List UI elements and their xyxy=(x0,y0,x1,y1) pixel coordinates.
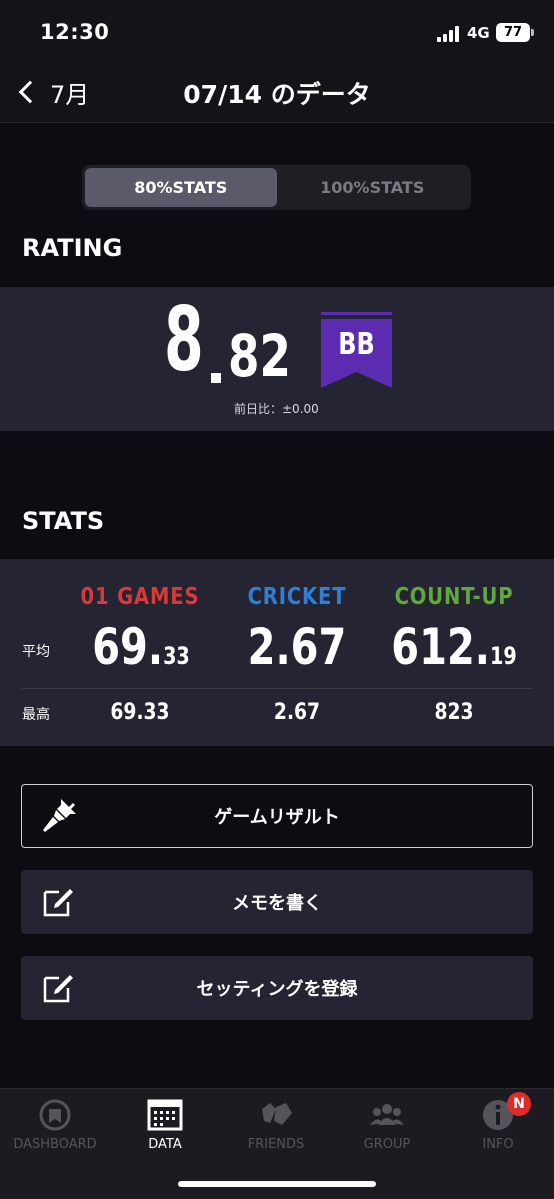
stats-segmented-control: 80%STATS 100%STATS xyxy=(82,165,471,210)
stats-section-title: STATS xyxy=(22,507,105,535)
segment-100-stats[interactable]: 100%STATS xyxy=(277,168,469,207)
avg-cricket-int: 2.67 xyxy=(247,618,347,676)
avg-count-up-int: 612. xyxy=(391,618,490,676)
network-type: 4G xyxy=(467,24,490,42)
tab-data-label: DATA xyxy=(148,1137,182,1152)
tab-info-label: INFO xyxy=(482,1137,514,1152)
edit-icon xyxy=(43,889,73,917)
friends-icon xyxy=(262,1103,292,1125)
max-count-up: 823 xyxy=(434,700,474,725)
rating-diff: 前日比：±0.00 xyxy=(234,402,319,416)
tab-data[interactable]: DATA xyxy=(110,1089,220,1159)
rating-decimal: 82 xyxy=(228,322,291,390)
group-icon xyxy=(370,1104,404,1125)
segment-80-stats[interactable]: 80%STATS xyxy=(85,168,277,207)
write-memo-label: メモを書く xyxy=(232,893,322,914)
tab-dashboard[interactable]: DASHBOARD xyxy=(0,1089,110,1159)
status-time: 12:30 xyxy=(40,20,110,44)
tab-group-label: GROUP xyxy=(363,1137,411,1152)
tab-dashboard-label: DASHBOARD xyxy=(13,1137,97,1152)
register-setting-button[interactable]: セッティングを登録 xyxy=(21,956,533,1020)
status-bar: 12:30 4G 77 xyxy=(0,0,554,62)
nav-bar: 7月 07/14 のデータ xyxy=(0,62,554,123)
avg-01-games: 69. 33 xyxy=(77,622,205,672)
write-memo-button[interactable]: メモを書く xyxy=(21,870,533,934)
tab-info[interactable]: INFO xyxy=(443,1089,553,1159)
avg-row-label: 平均 xyxy=(22,644,50,660)
avg-01-games-dec: 33 xyxy=(163,642,190,670)
max-cricket: 2.67 xyxy=(273,700,321,725)
rating-integer: 8 xyxy=(164,288,204,391)
stats-divider xyxy=(22,688,532,689)
battery-icon: 77 xyxy=(496,23,534,42)
tab-group[interactable]: GROUP xyxy=(332,1089,442,1159)
max-01-games: 69.33 xyxy=(110,700,170,725)
avg-count-up-dec: 19 xyxy=(489,642,517,670)
dart-icon xyxy=(43,799,76,832)
col-head-01-games: 01 GAMES xyxy=(80,584,200,610)
class-badge-label: BB xyxy=(338,327,375,362)
register-setting-label: セッティングを登録 xyxy=(196,979,358,1000)
home-indicator xyxy=(178,1181,376,1187)
data-icon xyxy=(147,1099,183,1131)
col-head-cricket: CRICKET xyxy=(247,584,347,610)
rating-section-title: RATING xyxy=(22,234,123,262)
tab-friends[interactable]: FRIENDS xyxy=(221,1089,331,1159)
game-result-button[interactable]: ゲームリザルト xyxy=(21,784,533,848)
avg-cricket: 2.67 xyxy=(233,622,361,672)
game-result-label: ゲームリザルト xyxy=(214,807,340,828)
dashboard-icon xyxy=(39,1099,71,1131)
col-head-count-up: COUNT-UP xyxy=(394,584,514,610)
tab-friends-label: FRIENDS xyxy=(247,1137,305,1152)
info-notification-badge: N xyxy=(507,1092,531,1116)
avg-01-games-int: 69. xyxy=(92,618,164,676)
max-row-label: 最高 xyxy=(22,707,50,723)
rating-decimal-point xyxy=(211,373,221,383)
signal-icon xyxy=(437,26,463,42)
page-title: 07/14 のデータ xyxy=(183,80,371,109)
avg-count-up: 612. 19 xyxy=(390,622,518,672)
edit-icon xyxy=(43,975,73,1003)
